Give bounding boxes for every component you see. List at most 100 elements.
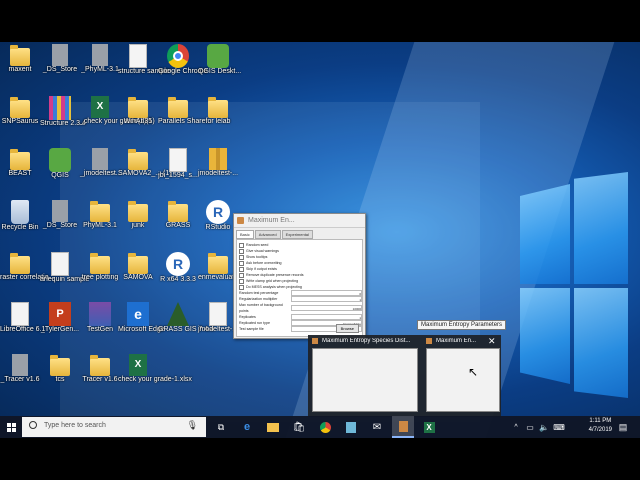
microphone-icon[interactable]: 🎙 bbox=[187, 420, 198, 431]
desktop-icon[interactable]: raster correlatio... bbox=[0, 252, 55, 282]
desktop-icon[interactable]: tree plotting bbox=[80, 252, 120, 282]
desktop-icon[interactable]: Parallels Share... bbox=[158, 96, 211, 126]
action-center-icon[interactable]: ▤ bbox=[616, 416, 630, 438]
desktop-icon[interactable]: enmevaluat... bbox=[198, 252, 240, 282]
network-icon[interactable]: ▭ bbox=[524, 416, 536, 438]
tab-experimental[interactable]: Experimental bbox=[281, 230, 313, 239]
desktop-icon[interactable]: P _TylerGen... bbox=[40, 302, 80, 334]
gdoc-icon bbox=[52, 44, 68, 66]
desktop-icon[interactable]: LibreOffice 6.1 bbox=[0, 302, 45, 334]
parameter-input[interactable]: 10000 bbox=[290, 305, 362, 311]
search-placeholder: Type here to search bbox=[44, 422, 106, 429]
system-clock[interactable]: 1:11 PM 4/7/2019 bbox=[589, 417, 612, 435]
window-tooltip: Maximum Entropy Parameters bbox=[417, 320, 507, 330]
desktop-icon[interactable]: Google Chrome bbox=[158, 44, 207, 76]
parameter-label: Max number of background points bbox=[239, 303, 283, 313]
checkbox-icon[interactable] bbox=[239, 272, 244, 278]
maxent-window[interactable]: Maximum En... Basic Advanced Experimenta… bbox=[233, 213, 366, 339]
mail-icon[interactable]: ✉ bbox=[368, 416, 386, 438]
desktop-icon[interactable]: WinArl35 bbox=[118, 96, 158, 126]
folder-icon bbox=[10, 45, 30, 66]
thumbnail-preview[interactable] bbox=[426, 348, 500, 412]
desktop-icon[interactable]: SAMOVA2_... (1) bbox=[118, 148, 172, 178]
checkbox-icon[interactable] bbox=[239, 284, 244, 290]
desktop-icon-label: _DS_Store bbox=[42, 66, 78, 73]
desktop-icon[interactable]: SAMOVA bbox=[118, 252, 158, 282]
checkbox-icon[interactable] bbox=[239, 278, 244, 284]
chevron-up-icon[interactable]: ^ bbox=[510, 416, 522, 438]
desktop-icon[interactable]: Structure 2.3.4 bbox=[40, 96, 86, 128]
rr-icon: R bbox=[206, 200, 230, 224]
desktop-icon-label: jmodeltest-... bbox=[198, 326, 239, 333]
taskbar-search-box[interactable]: Type here to search 🎙 bbox=[22, 417, 206, 437]
windows-start-button[interactable] bbox=[2, 416, 20, 438]
desktop-icon-label: raster correlatio... bbox=[0, 274, 55, 281]
desktop-icon[interactable]: BEAST bbox=[0, 148, 40, 178]
desktop-icon[interactable]: jmodeltest-... bbox=[198, 302, 238, 334]
taskbar: Type here to search 🎙 ⧉ e 🛍 ✉ X ^ ▭ 🔈 ⌨ … bbox=[0, 416, 640, 438]
desktop-icon[interactable]: maxent bbox=[0, 44, 40, 74]
keyboard-icon[interactable]: ⌨ bbox=[552, 416, 566, 438]
desktop-icon-label: GRASS bbox=[165, 222, 191, 229]
java-taskbar-icon[interactable] bbox=[392, 416, 414, 438]
desktop-icon[interactable]: structure sample bbox=[118, 44, 170, 76]
desktop-icon[interactable]: TestGen bbox=[80, 302, 120, 334]
desktop-icon[interactable]: jmodeltest-... bbox=[198, 148, 238, 178]
desktop-icon[interactable]: tcs bbox=[40, 354, 80, 384]
desktop-icon[interactable]: Tracer v1.6 bbox=[80, 354, 120, 384]
checkbox-icon[interactable] bbox=[239, 260, 244, 266]
tab-advanced[interactable]: Advanced bbox=[254, 230, 281, 239]
desktop-icon[interactable]: GRASS bbox=[158, 200, 198, 230]
desktop-icon[interactable]: Xcheck your grade-1.xlsx bbox=[118, 354, 192, 384]
checkbox-icon[interactable] bbox=[239, 266, 244, 272]
desktop-icon[interactable]: arlequin sample bbox=[40, 252, 89, 284]
excel-icon[interactable]: X bbox=[420, 416, 438, 438]
desktop-icon[interactable]: PhyML-3.1 bbox=[80, 200, 120, 230]
desktop-icon[interactable]: _Tracer v1.6 bbox=[0, 354, 40, 384]
tab-basic[interactable]: Basic bbox=[236, 230, 254, 239]
close-icon[interactable]: ✕ bbox=[488, 336, 496, 347]
thumbnail-preview[interactable] bbox=[312, 348, 418, 412]
desktop-icon[interactable]: jbi_1594_s... bbox=[158, 148, 198, 180]
folder-icon bbox=[128, 149, 148, 170]
store-icon[interactable]: 🛍 bbox=[290, 416, 308, 438]
desktop-icon-label: WinArl35 bbox=[123, 118, 153, 125]
desktop-icon[interactable]: for lelab bbox=[198, 96, 238, 126]
desktop-icon[interactable]: QGIS Deskt... bbox=[198, 44, 242, 76]
desktop-icon[interactable]: R RStudio bbox=[198, 200, 238, 232]
desktop-icon[interactable]: QGIS bbox=[40, 148, 80, 180]
desktop-icon[interactable]: SNPSaurus bbox=[0, 96, 40, 126]
desktop-icon[interactable]: _PhyML-3.1 bbox=[80, 44, 120, 74]
app-icon[interactable] bbox=[342, 416, 360, 438]
desktop-icon-label: SAMOVA bbox=[123, 274, 153, 281]
folder-icon bbox=[208, 253, 228, 274]
desktop-icon[interactable]: junk bbox=[118, 200, 158, 230]
checkbox-icon[interactable] bbox=[239, 242, 244, 248]
ppt-icon: P bbox=[49, 302, 71, 326]
maxent-title-bar[interactable]: Maximum En... bbox=[234, 214, 365, 228]
browse-button[interactable]: Browse bbox=[335, 324, 359, 333]
edge-icon[interactable]: e bbox=[238, 416, 256, 438]
chrome-icon[interactable] bbox=[316, 416, 334, 438]
file-explorer-icon[interactable] bbox=[264, 416, 282, 438]
desktop-icon[interactable]: e Microsoft Edge bbox=[118, 302, 165, 334]
checkbox-icon[interactable] bbox=[239, 248, 244, 254]
desktop-icon[interactable]: Recycle Bin bbox=[0, 200, 40, 232]
desktop-icon[interactable]: _DS_Store bbox=[40, 200, 80, 230]
desktop-icon[interactable]: X _check your grade(1)(1) bbox=[80, 96, 155, 126]
parameter-input[interactable]: 1 bbox=[290, 296, 362, 302]
folder-icon bbox=[128, 201, 148, 222]
thumbnail-title: Maximum En... bbox=[436, 338, 477, 344]
desktop-icon[interactable]: _jmodeltest... bbox=[80, 148, 122, 178]
desktop-icon[interactable]: RR x64 3.3.3 bbox=[158, 252, 198, 284]
desktop-icon-label: Structure 2.3.4 bbox=[40, 120, 86, 127]
desktop-icon[interactable]: GRASS GIS 7.4.4 bbox=[158, 302, 214, 334]
checkbox-icon[interactable] bbox=[239, 254, 244, 260]
task-view-icon[interactable]: ⧉ bbox=[212, 416, 230, 438]
desktop-icon-label: QGIS bbox=[51, 172, 69, 179]
desktop-icon-label: QGIS Deskt... bbox=[198, 68, 242, 75]
desktop-icon-label: _Tracer v1.6 bbox=[0, 376, 40, 383]
doc-icon bbox=[51, 252, 69, 276]
desktop-icon[interactable]: _DS_Store bbox=[40, 44, 80, 74]
volume-icon[interactable]: 🔈 bbox=[538, 416, 550, 438]
